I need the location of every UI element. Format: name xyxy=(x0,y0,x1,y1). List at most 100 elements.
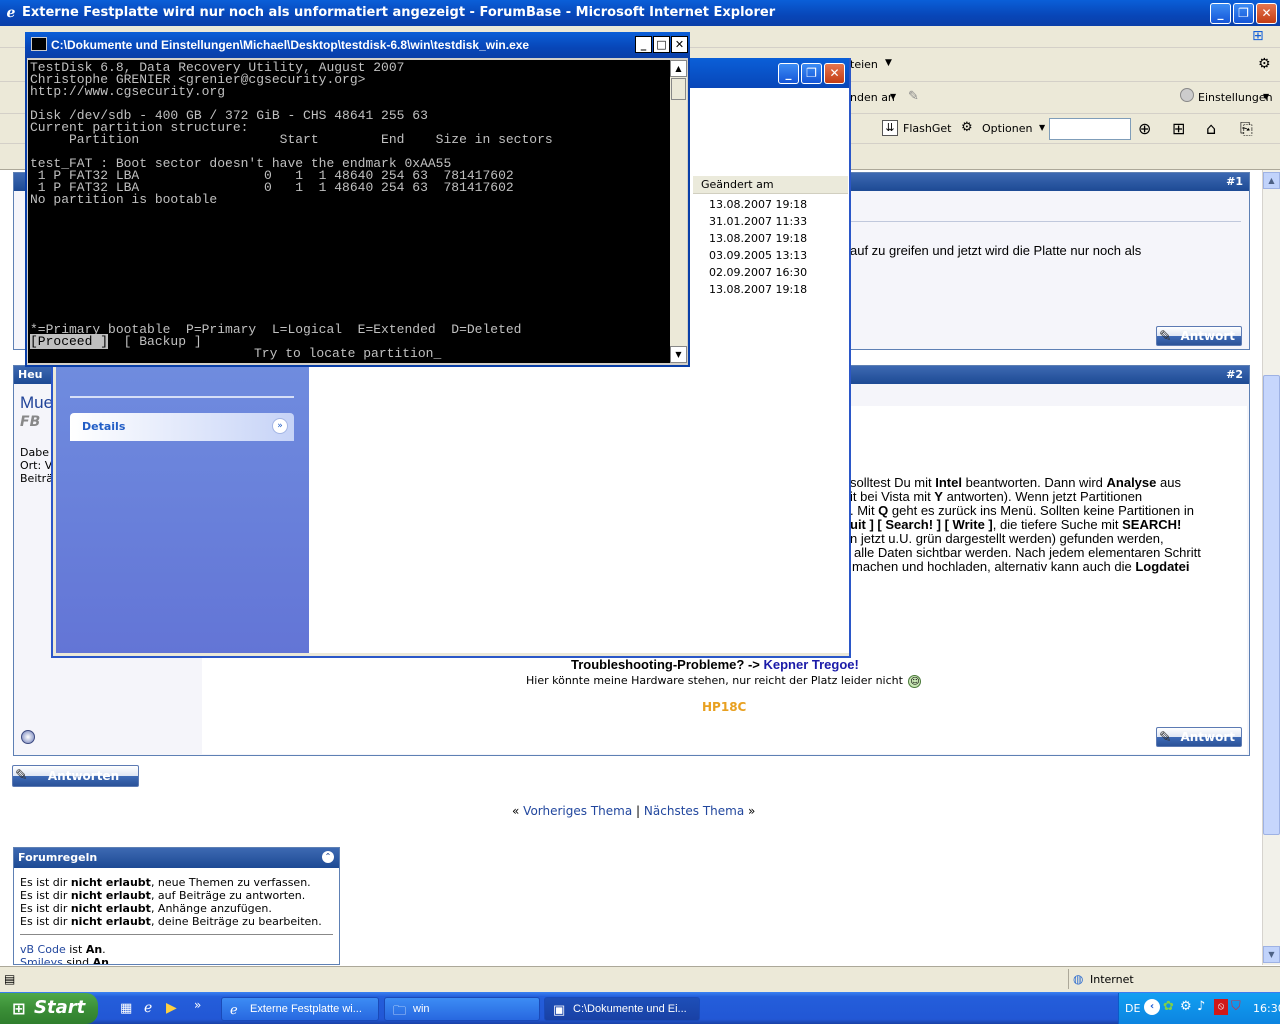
post-2-text-line: n jetzt u.U. grün dargestellt werden) ge… xyxy=(850,531,1164,546)
pen-icon[interactable]: ✎ xyxy=(908,89,919,104)
page-icon: ▤ xyxy=(4,972,16,986)
toolbar-senden-an[interactable]: nden an xyxy=(850,91,895,104)
rule-status: An xyxy=(85,943,103,956)
reply-button[interactable]: ✎ Antwort xyxy=(1156,326,1242,346)
quicklaunch-more-icon[interactable]: » xyxy=(194,998,201,1012)
close-button[interactable]: ✕ xyxy=(824,63,845,84)
signature-hardware: Hier könnte meine Hardware stehen, nur r… xyxy=(526,674,922,688)
expand-icon[interactable]: » xyxy=(272,418,288,434)
scroll-thumb[interactable] xyxy=(671,78,686,100)
cmd-window[interactable]: C:\Dokumente und Einstellungen\Michael\D… xyxy=(25,32,690,367)
signature-text: Troubleshooting-Probleme? -> xyxy=(571,657,764,672)
scroll-down-button[interactable]: ▼ xyxy=(670,346,687,363)
folder-icon[interactable]: ⌂ xyxy=(1206,119,1216,138)
ie-title-bar[interactable]: ℯ Externe Festplatte wird nur noch als u… xyxy=(0,0,1280,26)
show-hidden-icons-icon[interactable]: ‹ xyxy=(1144,999,1160,1015)
file-modified-date[interactable]: 02.09.2007 16:30 xyxy=(709,266,807,279)
post-2-text-line: uit ] [ Search! ] [ Write ], die tiefere… xyxy=(850,517,1181,532)
vbcode-link[interactable]: vB Code xyxy=(20,943,66,956)
smilies-link[interactable]: Smileys xyxy=(20,956,63,964)
post-number[interactable]: #1 xyxy=(1226,175,1243,188)
volume-icon[interactable]: ♪ xyxy=(1197,999,1205,1014)
ie-quicklaunch-icon[interactable]: ℯ xyxy=(144,1000,152,1016)
optionen-button[interactable]: Optionen xyxy=(982,122,1032,135)
maximize-button[interactable]: ❐ xyxy=(801,63,822,84)
close-button[interactable]: ✕ xyxy=(1256,3,1277,24)
reply-button[interactable]: ✎ Antwort xyxy=(1156,727,1242,747)
nav-separator: | xyxy=(636,804,641,818)
page-scrollbar[interactable]: ▲ ▼ xyxy=(1262,170,1280,965)
proceed-option[interactable]: [Proceed ] xyxy=(30,334,109,349)
next-arrow-icon: » xyxy=(748,804,756,818)
cmd-icon: ▣ xyxy=(553,1002,566,1017)
scroll-down-button[interactable]: ▼ xyxy=(1263,946,1280,963)
search-icon[interactable]: ⊕ xyxy=(1138,119,1151,138)
next-thread-link[interactable]: Nächstes Thema xyxy=(644,804,744,818)
details-panel-header[interactable]: Details » xyxy=(70,413,294,441)
scroll-thumb[interactable] xyxy=(1263,375,1280,835)
mediaplayer-icon[interactable]: ▶ xyxy=(166,1000,177,1016)
minimize-button[interactable]: _ xyxy=(1210,3,1231,24)
network-icon[interactable]: ⎘ xyxy=(1240,119,1253,139)
language-indicator[interactable]: DE xyxy=(1125,1002,1140,1015)
minimize-button[interactable]: _ xyxy=(778,63,799,84)
toolbar-dateien[interactable]: teien xyxy=(850,58,878,71)
post-author[interactable]: Mue xyxy=(20,393,53,413)
task-ie[interactable]: ℯ Externe Festplatte wi... xyxy=(221,997,379,1021)
maximize-button[interactable]: ❐ xyxy=(1233,3,1254,24)
text-run: beantworten. Dann wird xyxy=(961,475,1107,490)
divider xyxy=(851,221,1241,222)
post-number[interactable]: #2 xyxy=(1226,368,1243,381)
gear-icon[interactable]: ⚙ xyxy=(1258,56,1271,72)
scroll-up-button[interactable]: ▲ xyxy=(670,60,687,77)
rule-text: , Anhänge anzufügen. xyxy=(150,902,272,915)
backup-option[interactable]: [ Backup ] xyxy=(124,334,202,349)
toolbar-einstellungen[interactable]: Einstellungen xyxy=(1198,91,1273,104)
task-win-folder[interactable]: 🗀 win xyxy=(384,997,540,1021)
text-run: n jetzt u.U. grün dargestellt werden) ge… xyxy=(850,531,1164,546)
text-run: , die tiefere Suche mit xyxy=(992,517,1123,532)
close-button[interactable]: ✕ xyxy=(671,36,688,53)
file-modified-date[interactable]: 13.08.2007 19:18 xyxy=(709,283,807,296)
toolbar-search-input[interactable] xyxy=(1049,118,1131,140)
start-button[interactable]: ⊞ Start xyxy=(0,993,98,1024)
network-tray-icon[interactable]: ⚙ xyxy=(1180,999,1192,1014)
rule-status: nicht erlaubt xyxy=(70,889,151,902)
security-shield-icon[interactable]: ⛉ xyxy=(1231,999,1241,1014)
cursor-icon: _ xyxy=(433,346,442,361)
maximize-button[interactable]: □ xyxy=(653,36,670,53)
tray-app-icon[interactable]: ✿ xyxy=(1163,999,1174,1014)
collapse-icon[interactable]: ⌃ xyxy=(322,851,334,863)
reply-label: Antwort xyxy=(1180,329,1235,343)
post-2-text-line: solltest Du mit Intel beantworten. Dann … xyxy=(850,475,1181,490)
file-modified-date[interactable]: 03.09.2005 13:13 xyxy=(709,249,807,262)
kepner-tregoe-link[interactable]: Kepner Tregoe! xyxy=(763,657,858,672)
file-modified-date[interactable]: 13.08.2007 19:18 xyxy=(709,232,807,245)
console-line: Partition Start End Size in sectors xyxy=(30,132,553,147)
user-meta-joined: Dabe xyxy=(20,446,49,459)
antivirus-icon[interactable]: ⦸ xyxy=(1214,999,1228,1015)
ie-status-bar: ▤ ◍ Internet xyxy=(0,966,1280,992)
grid-icon[interactable]: ⊞ xyxy=(1172,119,1185,138)
task-cmd[interactable]: ▣ C:\Dokumente und Ei... xyxy=(544,997,700,1021)
cmd-scrollbar[interactable]: ▲ ▼ xyxy=(670,60,687,363)
text-run: it bei Vista mit xyxy=(850,489,935,504)
cmd-title-bar[interactable]: C:\Dokumente und Einstellungen\Michael\D… xyxy=(25,32,690,58)
clock[interactable]: 16:30 xyxy=(1253,1002,1280,1015)
flashget-button[interactable]: FlashGet xyxy=(903,122,951,135)
reply-thread-button[interactable]: ✎ Antworten xyxy=(12,765,139,787)
desktop-icon[interactable]: ▦ xyxy=(120,1001,132,1016)
settings-circle-icon xyxy=(1180,88,1194,102)
prev-thread-link[interactable]: Vorheriges Thema xyxy=(523,804,632,818)
console-line: No partition is bootable xyxy=(30,192,218,207)
optionen-icon: ⚙ xyxy=(961,120,973,135)
scroll-up-button[interactable]: ▲ xyxy=(1263,172,1280,189)
cmd-console[interactable]: TestDisk 6.8, Data Recovery Utility, Aug… xyxy=(28,60,670,363)
file-modified-date[interactable]: 13.08.2007 19:18 xyxy=(709,198,807,211)
file-modified-date[interactable]: 31.01.2007 11:33 xyxy=(709,215,807,228)
column-header-modified[interactable]: Geändert am xyxy=(693,176,848,194)
minimize-button[interactable]: _ xyxy=(635,36,652,53)
console-status-text: Try to locate partition xyxy=(254,346,434,361)
chevron-down-icon: ▼ xyxy=(885,58,892,68)
thread-nav: « Vorheriges Thema | Nächstes Thema » xyxy=(512,804,755,818)
